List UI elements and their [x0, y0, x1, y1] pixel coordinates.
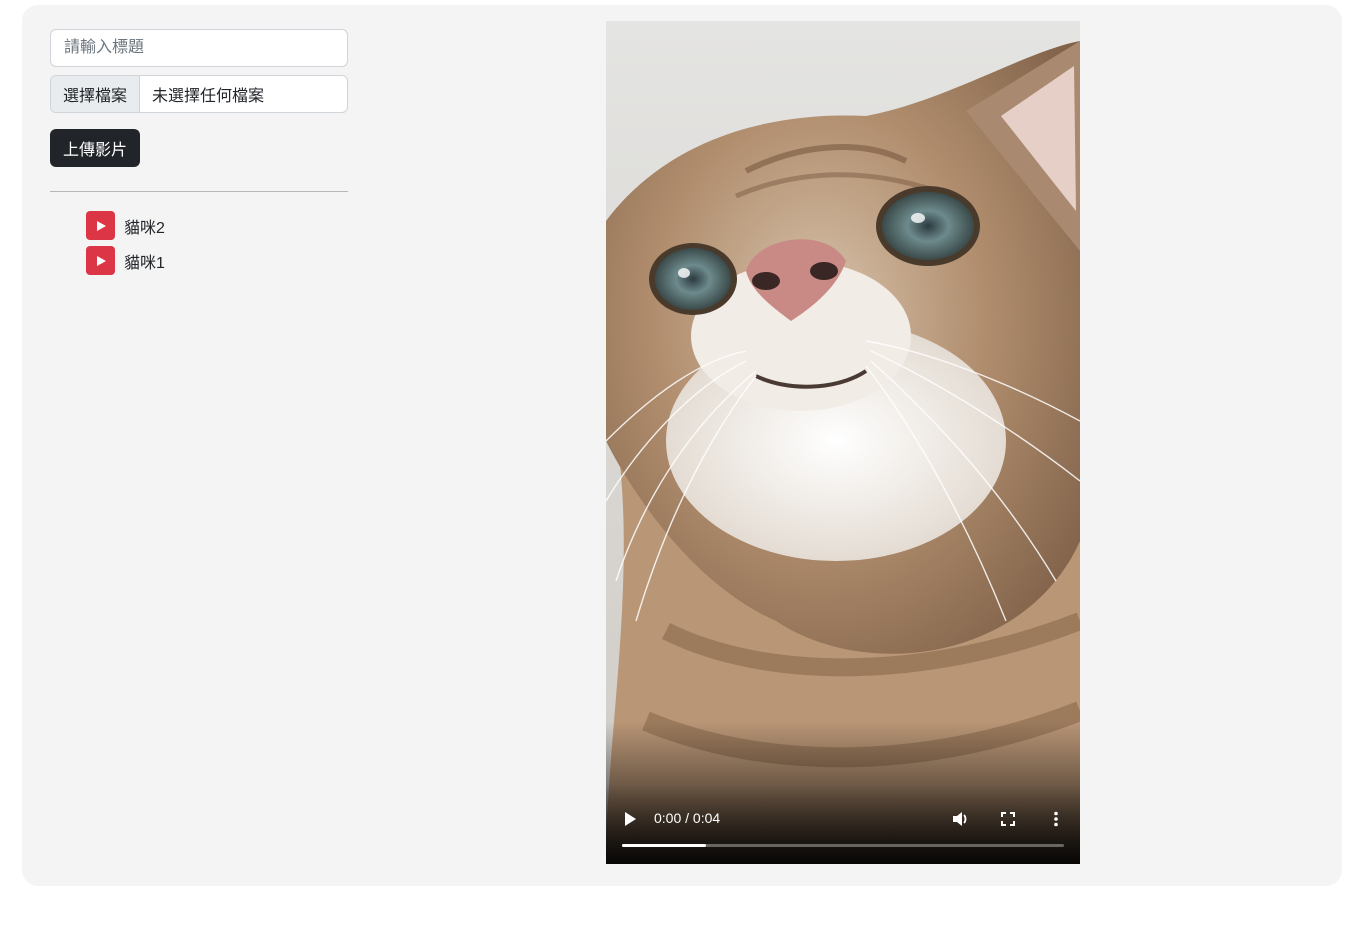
video-list: 貓咪2 貓咪1	[50, 208, 348, 278]
file-picker[interactable]: 選擇檔案 未選擇任何檔案	[50, 75, 348, 113]
more-options-icon[interactable]	[1047, 810, 1065, 828]
divider	[50, 191, 348, 192]
file-status-text: 未選擇任何檔案	[152, 88, 265, 105]
video-controls: 0:00 / 0:04	[606, 784, 1080, 864]
play-icon	[86, 246, 115, 275]
upload-video-button[interactable]: 上傳影片	[50, 129, 141, 167]
title-input[interactable]	[50, 29, 348, 67]
progress-fill	[622, 844, 706, 847]
play-icon	[86, 211, 115, 240]
fullscreen-icon[interactable]	[999, 810, 1017, 828]
main-panel: 選擇檔案 未選擇任何檔案 上傳影片 貓咪2 貓咪1	[22, 5, 1342, 886]
video-title: 貓咪2	[124, 219, 165, 237]
list-item[interactable]: 貓咪1	[86, 243, 348, 278]
time-display: 0:00 / 0:04	[654, 810, 721, 826]
choose-file-button[interactable]: 選擇檔案	[51, 76, 141, 112]
video-player[interactable]: 0:00 / 0:04	[606, 21, 1080, 864]
volume-icon[interactable]	[951, 810, 969, 828]
play-icon[interactable]	[622, 811, 638, 827]
list-item[interactable]: 貓咪2	[86, 208, 348, 243]
progress-bar[interactable]	[622, 844, 1064, 847]
video-title: 貓咪1	[124, 254, 165, 272]
video-frame-cat	[606, 21, 1080, 864]
upload-sidebar: 選擇檔案 未選擇任何檔案 上傳影片 貓咪2 貓咪1	[50, 29, 348, 278]
